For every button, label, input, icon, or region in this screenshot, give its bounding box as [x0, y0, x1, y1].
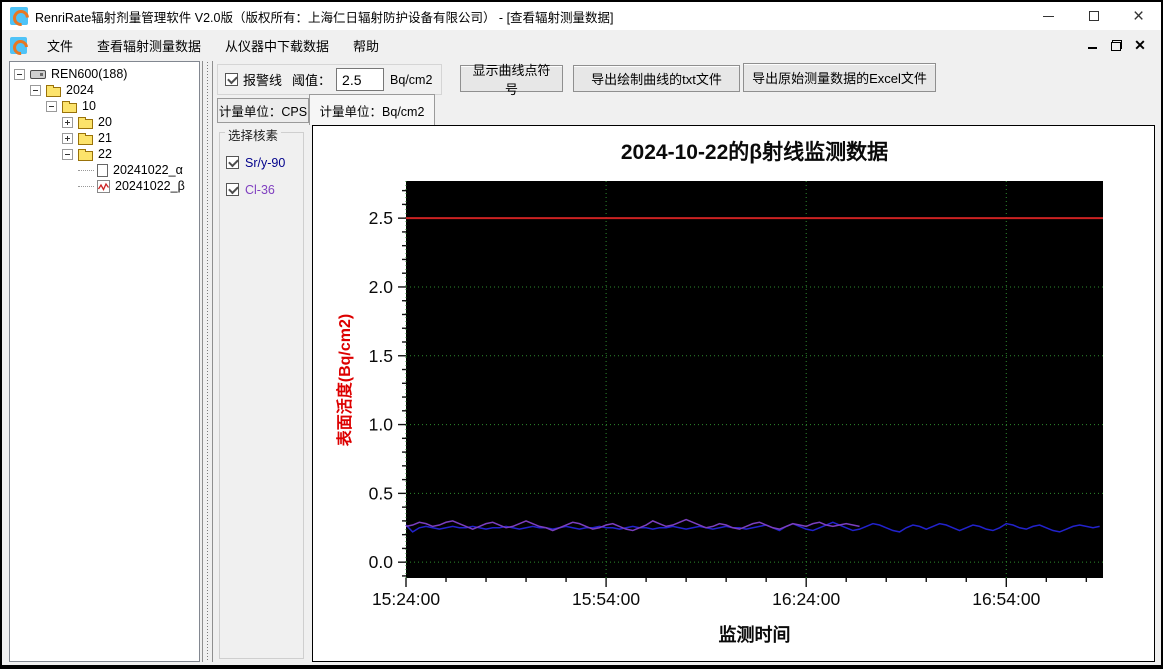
tree-item-20241022_β[interactable]: 20241022_β — [10, 178, 199, 194]
device-icon — [30, 69, 46, 79]
expand-toggle-icon[interactable] — [62, 132, 73, 144]
title-bar: RenriRate辐射剂量管理软件 V2.0版（版权所有：上海仁日辐射防护设备有… — [2, 2, 1161, 30]
app-logo-icon — [10, 7, 28, 25]
svg-text:0.0: 0.0 — [369, 552, 394, 572]
nuclide-checkbox-Sr/y-90[interactable] — [226, 156, 239, 169]
menu-item-2[interactable]: 查看辐射测量数据 — [85, 36, 213, 55]
tree-item-10[interactable]: 10 — [10, 98, 199, 114]
chart-panel: 2024-10-22的β射线监测数据 表面活度(Bq/cm2) 监测时间 0.0… — [312, 125, 1155, 662]
mdi-minimize-button[interactable] — [1083, 37, 1101, 53]
folder-icon — [78, 116, 93, 129]
nuclide-label: Sr/y-90 — [245, 155, 286, 170]
folder-icon — [78, 132, 93, 145]
close-icon: × — [1132, 5, 1145, 27]
nuclide-row-Cl-36: Cl-36 — [226, 176, 303, 203]
show-curve-points-button[interactable]: 显示曲线点符号 — [460, 63, 563, 97]
menu-item-1[interactable]: 文件 — [35, 36, 85, 55]
tree-label: 20241022_α — [113, 163, 183, 177]
mdi-restore-button[interactable] — [1107, 37, 1125, 53]
alarm-line-group: 报警线 阈值： Bq/cm2 — [217, 64, 442, 95]
tree-label: 2024 — [66, 83, 94, 97]
svg-text:0.5: 0.5 — [369, 483, 393, 503]
panel-splitter[interactable] — [202, 61, 213, 662]
nuclide-label: Cl-36 — [245, 182, 275, 197]
chart-file-icon — [97, 179, 110, 193]
tree-label: 20241022_β — [115, 179, 185, 193]
export-txt-button[interactable]: 导出绘制曲线的txt文件 — [573, 65, 740, 92]
folder-icon — [78, 148, 93, 161]
alarm-line-checkbox[interactable] — [225, 73, 238, 86]
svg-text:16:54:00: 16:54:00 — [972, 589, 1040, 609]
tree-item-22[interactable]: 22 — [10, 146, 199, 162]
threshold-unit-label: Bq/cm2 — [390, 72, 433, 87]
mdi-minimize-icon — [1087, 47, 1097, 49]
tree-label: 21 — [98, 131, 112, 145]
tree-item-21[interactable]: 21 — [10, 130, 199, 146]
svg-text:2.0: 2.0 — [369, 277, 394, 297]
minimize-button[interactable] — [1026, 2, 1071, 30]
tree-item-2024[interactable]: 2024 — [10, 82, 199, 98]
collapse-toggle-icon[interactable] — [30, 84, 41, 96]
nuclide-group-title: 选择核素 — [225, 125, 282, 144]
window-title: RenriRate辐射剂量管理软件 V2.0版（版权所有：上海仁日辐射防护设备有… — [35, 10, 614, 25]
menu-item-4[interactable]: 帮助 — [341, 36, 391, 55]
nuclide-checkbox-Cl-36[interactable] — [226, 183, 239, 196]
mdi-close-button[interactable]: ✕ — [1131, 37, 1149, 53]
folder-icon — [62, 100, 77, 113]
maximize-icon — [1088, 11, 1099, 21]
nuclide-select-group: 选择核素 Sr/y-90 Cl-36 — [219, 125, 304, 659]
tree-panel: REN600(188) 2024 10 20 21 22 20241022_α 2024102… — [9, 61, 200, 662]
mdi-window-controls: ✕ — [1083, 37, 1161, 53]
mdi-document-icon — [10, 36, 27, 54]
mdi-close-icon: ✕ — [1134, 37, 1146, 53]
menu-item-3[interactable]: 从仪器中下载数据 — [213, 36, 341, 55]
tree-item-REN600(188)[interactable]: REN600(188) — [10, 66, 199, 82]
svg-text:1.5: 1.5 — [369, 346, 393, 366]
svg-text:1.0: 1.0 — [369, 415, 394, 435]
mdi-restore-icon — [1110, 39, 1122, 51]
threshold-label: 阈值： — [292, 73, 332, 88]
tab-unit-bqcm2[interactable]: 计量单位：Bq/cm2 — [309, 94, 435, 125]
export-excel-button[interactable]: 导出原始测量数据的Excel文件 — [743, 63, 936, 92]
folder-icon — [46, 84, 61, 97]
alarm-line-label: 报警线 — [243, 73, 283, 88]
tree-item-20241022_α[interactable]: 20241022_α — [10, 162, 199, 178]
svg-text:16:24:00: 16:24:00 — [772, 589, 840, 609]
close-button[interactable]: × — [1116, 2, 1161, 30]
window-controls: × — [1026, 2, 1161, 30]
nuclide-row-Sr/y-90: Sr/y-90 — [226, 149, 303, 176]
svg-text:2.5: 2.5 — [369, 208, 393, 228]
file-icon — [97, 163, 108, 177]
collapse-toggle-icon[interactable] — [62, 148, 73, 160]
menu-bar: 文件 查看辐射测量数据 从仪器中下载数据 帮助 ✕ — [2, 30, 1161, 60]
tree-label: REN600(188) — [51, 67, 128, 81]
chart-plot: 0.0 0.5 1.0 1.5 2.0 2.5 15:24:00 15:54:00 16:24:… — [369, 181, 1103, 609]
tab-unit-cps[interactable]: 计量单位：CPS — [217, 98, 309, 123]
collapse-toggle-icon[interactable] — [14, 68, 25, 80]
tree-connector — [78, 169, 94, 171]
tree-label: 20 — [98, 115, 112, 129]
svg-text:15:24:00: 15:24:00 — [372, 589, 440, 609]
collapse-toggle-icon[interactable] — [46, 100, 57, 112]
menu-items: 文件 查看辐射测量数据 从仪器中下载数据 帮助 — [35, 36, 391, 55]
tree-connector — [78, 185, 94, 187]
tree-label: 10 — [82, 99, 96, 113]
tree-label: 22 — [98, 147, 112, 161]
app-window: RenriRate辐射剂量管理软件 V2.0版（版权所有：上海仁日辐射防护设备有… — [0, 0, 1163, 669]
minimize-icon — [1043, 15, 1054, 17]
expand-toggle-icon[interactable] — [62, 116, 73, 128]
svg-text:15:54:00: 15:54:00 — [572, 589, 640, 609]
tree-item-20[interactable]: 20 — [10, 114, 199, 130]
threshold-input[interactable] — [336, 68, 385, 91]
maximize-button[interactable] — [1071, 2, 1116, 30]
